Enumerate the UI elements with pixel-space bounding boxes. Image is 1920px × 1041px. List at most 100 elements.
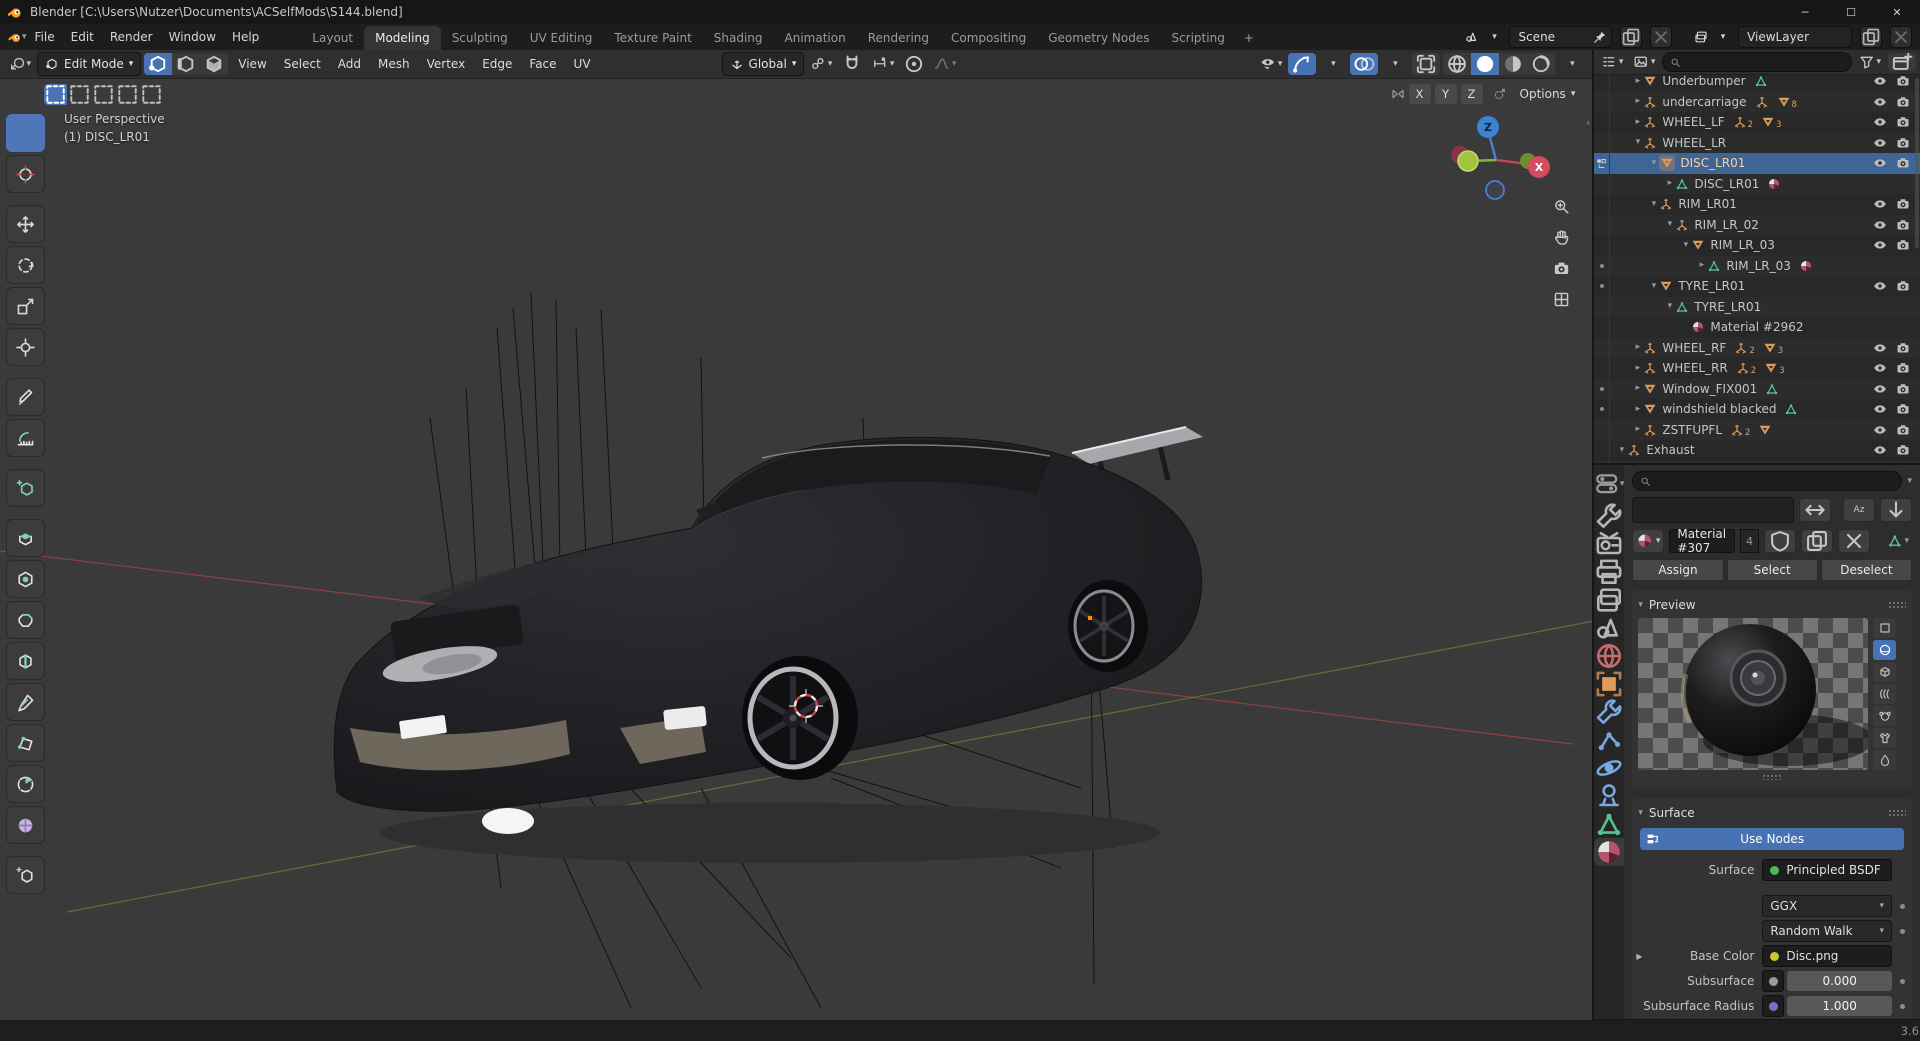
viewport-camera-icon[interactable]	[1553, 260, 1570, 277]
properties-tab-scene[interactable]	[1594, 614, 1624, 642]
sidebar-toggle-icon[interactable]: ‹	[1586, 116, 1590, 129]
new-collection-button[interactable]	[1888, 53, 1916, 71]
workspace-tab-scripting[interactable]: Scripting	[1160, 26, 1235, 50]
proportional-falloff-button[interactable]: ▾	[931, 53, 959, 75]
menu-file[interactable]: File	[27, 27, 63, 47]
viewport-grid-icon[interactable]	[1553, 291, 1570, 308]
value-slider[interactable]: 0.000	[1787, 971, 1892, 991]
material-slot-list[interactable]	[1632, 497, 1794, 523]
hide-in-viewport-icon[interactable]	[1873, 218, 1887, 232]
disable-in-renders-icon[interactable]	[1896, 197, 1910, 211]
preview-plane-button[interactable]	[1873, 618, 1896, 638]
tool-bevel[interactable]	[6, 601, 45, 639]
workspace-tab-layout[interactable]: Layout	[301, 26, 364, 50]
close-button[interactable]: ✕	[1874, 0, 1920, 24]
expand-arrow-icon[interactable]: ▸	[1636, 949, 1642, 963]
disable-in-renders-icon[interactable]	[1896, 136, 1910, 150]
properties-tab-physics[interactable]	[1594, 754, 1624, 782]
hide-in-viewport-icon[interactable]	[1873, 156, 1887, 170]
outliner-row[interactable]: ▾ RIM_LR01	[1594, 194, 1920, 215]
properties-tab-world[interactable]	[1594, 642, 1624, 670]
snap-toggle-button[interactable]	[838, 53, 866, 75]
workspace-tab-texture-paint[interactable]: Texture Paint	[603, 26, 702, 50]
shading-options-button[interactable]: ▾	[1558, 53, 1586, 75]
disclosure-closed-icon[interactable]: ▸	[1632, 342, 1643, 353]
navigation-gizmo[interactable]: X Z	[1436, 90, 1556, 220]
disclosure-open-icon[interactable]: ▾	[1616, 445, 1627, 456]
workspace-tab-modeling[interactable]: Modeling	[364, 26, 441, 50]
assign-button[interactable]: Assign	[1632, 559, 1723, 581]
disable-in-renders-icon[interactable]	[1896, 361, 1910, 375]
wireframe-shading-button[interactable]	[1443, 53, 1471, 75]
menu-render[interactable]: Render	[102, 27, 161, 47]
viewport-3d[interactable]: ▾Edit Mode▾ ViewSelectAddMeshVertexEdgeF…	[0, 50, 1592, 1020]
tool-cursor[interactable]	[6, 155, 45, 193]
viewport-menu-select[interactable]: Select	[277, 54, 328, 74]
resize-slots-button[interactable]	[1799, 498, 1831, 522]
tool-annotate[interactable]	[6, 378, 45, 416]
select-new-button[interactable]	[44, 84, 67, 105]
disclosure-closed-icon[interactable]: ▸	[1632, 96, 1643, 107]
select-invert-button[interactable]	[116, 84, 139, 105]
maximize-button[interactable]: ☐	[1828, 0, 1874, 24]
viewport-menu-vertex[interactable]: Vertex	[420, 54, 473, 74]
disclosure-open-icon[interactable]: ▾	[1664, 219, 1675, 230]
overlay-options-button[interactable]: ▾	[1381, 53, 1409, 75]
outliner-row[interactable]: ▸ WHEEL_LF23	[1594, 112, 1920, 133]
tool-rotate[interactable]	[6, 246, 45, 284]
viewport-menu-mesh[interactable]: Mesh	[371, 54, 417, 74]
tool-measure[interactable]	[6, 419, 45, 457]
outliner-row[interactable]: ▾ TYRE_LR01	[1594, 276, 1920, 297]
vertex-select-button[interactable]	[144, 53, 172, 75]
disclosure-open-icon[interactable]: ▾	[1648, 158, 1659, 169]
delete-scene-button[interactable]	[1650, 26, 1672, 48]
disable-in-renders-icon[interactable]	[1896, 402, 1910, 416]
face-select-button[interactable]	[200, 53, 228, 75]
sort-alpha-button[interactable]: Az	[1843, 498, 1875, 522]
workspace-tab-rendering[interactable]: Rendering	[857, 26, 940, 50]
editor-type-button[interactable]: ▾	[6, 53, 34, 75]
disable-in-renders-icon[interactable]	[1896, 341, 1910, 355]
hide-in-viewport-icon[interactable]	[1873, 382, 1887, 396]
properties-tab-view-layer[interactable]	[1594, 586, 1624, 614]
disable-in-renders-icon[interactable]	[1896, 279, 1910, 293]
socket-toggle[interactable]	[1762, 995, 1784, 1017]
disclosure-open-icon[interactable]: ▾	[1648, 281, 1659, 292]
outliner-search-input[interactable]	[1662, 52, 1852, 72]
viewport-menu-view[interactable]: View	[231, 54, 273, 74]
socket-toggle[interactable]	[1762, 970, 1784, 992]
disclosure-open-icon[interactable]: ▾	[1648, 199, 1659, 210]
workspace-tab-uv-editing[interactable]: UV Editing	[519, 26, 604, 50]
hide-in-viewport-icon[interactable]	[1873, 402, 1887, 416]
new-material-button[interactable]	[1801, 529, 1833, 553]
tool-knife[interactable]	[6, 683, 45, 721]
view-layer-selector[interactable]: ViewLayer	[1738, 26, 1852, 48]
tool-add-cube[interactable]	[6, 469, 45, 507]
panel-drag-icon[interactable]	[1888, 809, 1906, 817]
mirror-z-button[interactable]: Z	[1461, 84, 1483, 104]
enum-dropdown[interactable]: Random Walk▾	[1762, 920, 1892, 942]
outliner-row[interactable]: ▸ DISC_LR01	[1594, 174, 1920, 195]
panel-resize-icon[interactable]	[1762, 774, 1782, 780]
mode-selector[interactable]: Edit Mode▾	[37, 52, 141, 76]
outliner-row[interactable]: ▸ WHEEL_RF23	[1594, 338, 1920, 359]
hide-in-viewport-icon[interactable]	[1873, 361, 1887, 375]
hide-in-viewport-icon[interactable]	[1873, 341, 1887, 355]
disclosure-closed-icon[interactable]: ▸	[1696, 260, 1707, 271]
menu-window[interactable]: Window	[161, 27, 224, 47]
outliner-row[interactable]: Material #2962	[1594, 317, 1920, 338]
preview-cloth-button[interactable]	[1873, 728, 1896, 748]
disclosure-closed-icon[interactable]: ▸	[1632, 117, 1643, 128]
outliner-row[interactable]: ▾ WHEEL_LR	[1594, 133, 1920, 154]
new-scene-button[interactable]	[1620, 26, 1642, 48]
properties-tab-modifiers[interactable]	[1594, 698, 1624, 726]
hide-in-viewport-icon[interactable]	[1873, 197, 1887, 211]
properties-tab-tool[interactable]	[1594, 502, 1624, 530]
disclosure-closed-icon[interactable]: ▸	[1664, 178, 1675, 189]
mirror-x-button[interactable]: X	[1409, 84, 1431, 104]
properties-search-input[interactable]	[1632, 471, 1902, 491]
outliner-row[interactable]: ▸ Underbumper	[1594, 71, 1920, 92]
collapse-icon[interactable]: ▾	[1638, 600, 1643, 610]
disclosure-closed-icon[interactable]: ▸	[1632, 424, 1643, 435]
properties-tab-output[interactable]	[1594, 558, 1624, 586]
